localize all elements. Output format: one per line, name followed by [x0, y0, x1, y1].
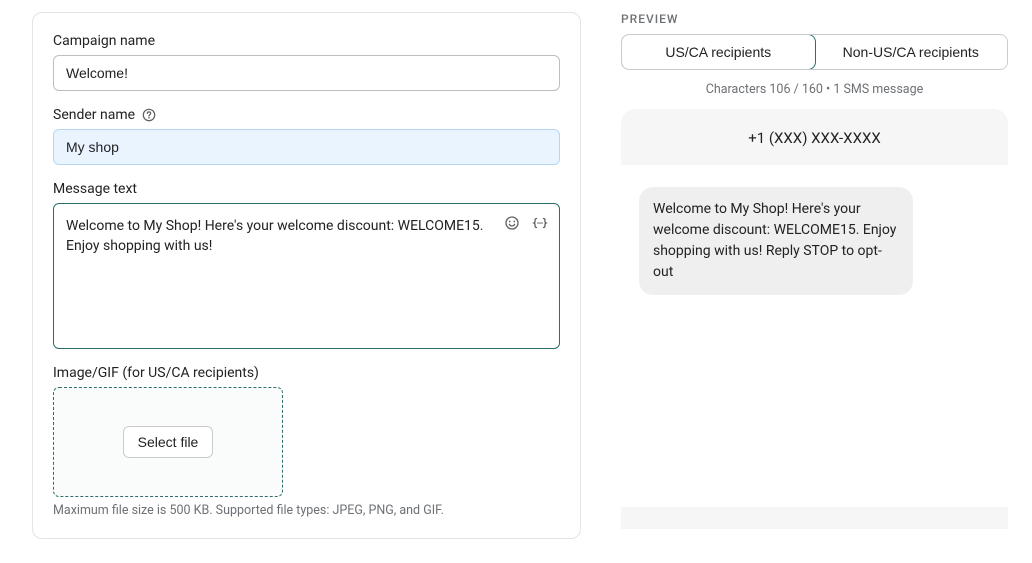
field-image: Image/GIF (for US/CA recipients) Select … — [53, 365, 560, 518]
phone-number: +1 (XXX) XXX-XXXX — [621, 129, 1008, 165]
file-hint: Maximum file size is 500 KB. Supported f… — [53, 503, 560, 518]
sender-name-label: Sender name — [53, 107, 560, 123]
character-count: Characters 106 / 160 • 1 SMS message — [621, 82, 1008, 97]
phone-preview: +1 (XXX) XXX-XXXX Welcome to My Shop! He… — [621, 109, 1008, 529]
insert-variable-icon[interactable] — [531, 214, 549, 232]
image-dropzone[interactable]: Select file — [53, 387, 283, 497]
message-textarea[interactable] — [54, 204, 559, 348]
select-file-button[interactable]: Select file — [123, 426, 214, 458]
preview-panel: PREVIEW US/CA recipients Non-US/CA recip… — [621, 12, 1008, 539]
preview-title: PREVIEW — [621, 12, 1008, 26]
field-message-text: Message text — [53, 181, 560, 349]
sender-name-label-text: Sender name — [53, 107, 135, 123]
field-sender-name: Sender name — [53, 107, 560, 165]
sender-name-input[interactable] — [53, 129, 560, 165]
phone-body: Welcome to My Shop! Here's your welcome … — [621, 165, 1008, 507]
field-campaign-name: Campaign name — [53, 33, 560, 91]
message-text-label: Message text — [53, 181, 560, 197]
message-textarea-wrap — [53, 203, 560, 349]
campaign-form-card: Campaign name Sender name Message text — [32, 12, 581, 539]
message-bubble: Welcome to My Shop! Here's your welcome … — [639, 187, 913, 295]
tab-us-ca[interactable]: US/CA recipients — [621, 34, 816, 70]
tab-non-us-ca[interactable]: Non-US/CA recipients — [815, 35, 1008, 69]
recipient-segmented-control: US/CA recipients Non-US/CA recipients — [621, 34, 1008, 70]
image-label: Image/GIF (for US/CA recipients) — [53, 365, 560, 381]
emoji-picker-icon[interactable] — [503, 214, 521, 232]
help-icon[interactable] — [141, 107, 157, 123]
campaign-name-label: Campaign name — [53, 33, 560, 49]
campaign-name-input[interactable] — [53, 55, 560, 91]
